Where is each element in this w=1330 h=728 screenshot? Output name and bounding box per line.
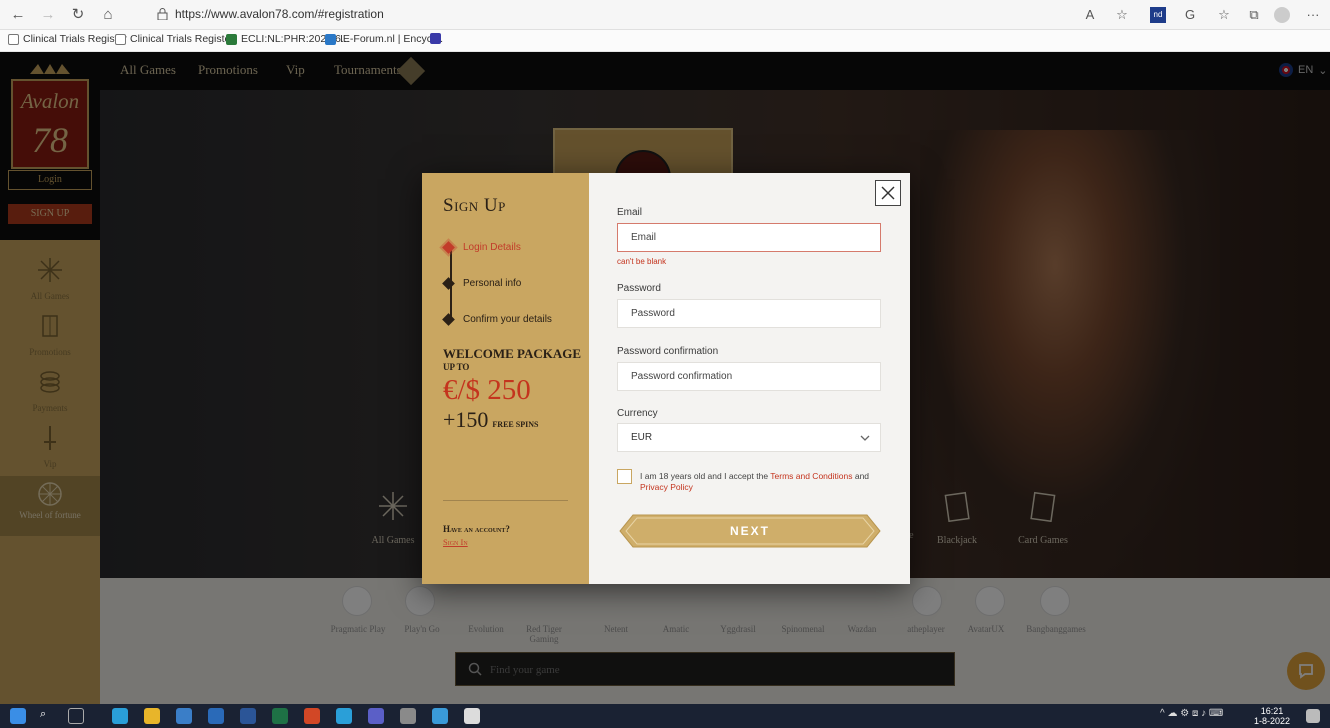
excel-icon[interactable] (272, 708, 288, 724)
clock[interactable]: 16:21 1-8-2022 (1254, 706, 1290, 726)
favorite-link[interactable]: Clinical Trials Register (115, 33, 234, 45)
have-account-label: Have an account? (443, 524, 510, 534)
step-login-details: Login Details (442, 240, 521, 254)
back-icon[interactable]: ← (8, 5, 28, 25)
word-icon[interactable] (240, 708, 256, 724)
app-icon[interactable] (464, 708, 480, 724)
favorite-star-icon[interactable]: ☆ (1112, 5, 1132, 25)
favorites-icon[interactable]: ☆ (1214, 5, 1234, 25)
skype-icon[interactable] (336, 708, 352, 724)
modal-title: Sign Up (443, 195, 506, 216)
lock-icon (157, 8, 168, 20)
profile-avatar[interactable] (1274, 7, 1290, 23)
windows-taskbar: ⌕ ^ ☁ ⚙ ⧈ ♪ ⌨ 16:21 1-8-2022 (0, 704, 1330, 728)
photos-icon[interactable] (400, 708, 416, 724)
bonus-amount: €/$ 250 (443, 374, 531, 406)
currency-select[interactable]: EUR (617, 423, 881, 452)
step-personal-info: Personal info (442, 276, 521, 290)
password-confirmation-field[interactable] (617, 362, 881, 391)
favorites-bar: Clinical Trials Register Clinical Trials… (0, 30, 1330, 52)
teams-icon[interactable] (368, 708, 384, 724)
site-icon (430, 33, 441, 44)
powerpoint-icon[interactable] (304, 708, 320, 724)
refresh-icon[interactable]: ↻ (68, 5, 88, 25)
collections-icon[interactable]: ⧉ (1244, 5, 1264, 25)
password-field[interactable] (617, 299, 881, 328)
system-tray[interactable]: ^ ☁ ⚙ ⧈ ♪ ⌨ (1160, 708, 1240, 724)
internet-explorer-icon[interactable] (176, 708, 192, 724)
step-marker-icon (442, 240, 455, 254)
signup-sidebar: Sign Up Login Details Personal info Conf… (422, 173, 589, 584)
next-button[interactable]: NEXT (619, 514, 881, 548)
email-field[interactable] (617, 223, 881, 252)
password-confirmation-label: Password confirmation (617, 346, 719, 357)
terms-link[interactable]: Terms and Conditions (770, 471, 852, 481)
age-terms-checkbox[interactable] (617, 469, 632, 484)
notifications-icon[interactable] (1306, 709, 1320, 723)
browser-toolbar: ← → ↻ ⌂ https://www.avalon78.com/#regist… (0, 0, 1330, 30)
task-view-icon[interactable] (68, 708, 84, 724)
password-label: Password (617, 283, 661, 294)
free-spins: +150 FREE SPINS (443, 407, 539, 432)
favorite-link[interactable]: Clinical Trials Register (8, 33, 127, 45)
close-icon (881, 186, 895, 200)
file-explorer-icon[interactable] (144, 708, 160, 724)
email-label: Email (617, 207, 643, 218)
chevron-down-icon (860, 435, 870, 441)
up-to-label: UP TO (443, 362, 470, 372)
currency-label: Currency (617, 408, 658, 419)
extension-icon[interactable]: nd (1150, 7, 1166, 23)
step-marker-icon (442, 276, 455, 290)
home-icon[interactable]: ⌂ (98, 5, 118, 25)
close-button[interactable] (875, 180, 901, 206)
step-marker-icon (442, 312, 455, 326)
page-icon (115, 33, 126, 45)
step-confirm-details: Confirm your details (442, 312, 552, 326)
read-aloud-icon[interactable]: A (1080, 5, 1100, 25)
site-icon (325, 33, 336, 45)
signup-form: Email can't be blank Password Password c… (589, 173, 910, 584)
site-icon (226, 33, 237, 45)
address-bar[interactable]: https://www.avalon78.com/#registration (175, 7, 384, 21)
page-icon (8, 33, 19, 45)
more-menu-icon[interactable]: ··· (1303, 5, 1323, 25)
privacy-policy-link[interactable]: Privacy Policy (640, 482, 693, 492)
extension-g-icon[interactable]: G (1180, 5, 1200, 25)
signup-modal: Sign Up Login Details Personal info Conf… (422, 173, 910, 584)
email-error: can't be blank (617, 257, 667, 266)
edge-icon[interactable] (112, 708, 128, 724)
consent-text: I am 18 years old and I accept the Terms… (640, 471, 870, 492)
sign-in-link[interactable]: Sign In (443, 537, 468, 547)
divider (443, 500, 568, 501)
forward-icon[interactable]: → (38, 5, 58, 25)
outlook-icon[interactable] (208, 708, 224, 724)
app-icon[interactable] (432, 708, 448, 724)
search-icon[interactable]: ⌕ (40, 708, 56, 724)
windows-start-icon[interactable] (10, 708, 26, 724)
welcome-package-title: WELCOME PACKAGE (443, 346, 582, 361)
favorite-link[interactable] (430, 33, 441, 44)
favorite-link[interactable]: IE-Forum.nl | Encycl... (325, 33, 443, 45)
